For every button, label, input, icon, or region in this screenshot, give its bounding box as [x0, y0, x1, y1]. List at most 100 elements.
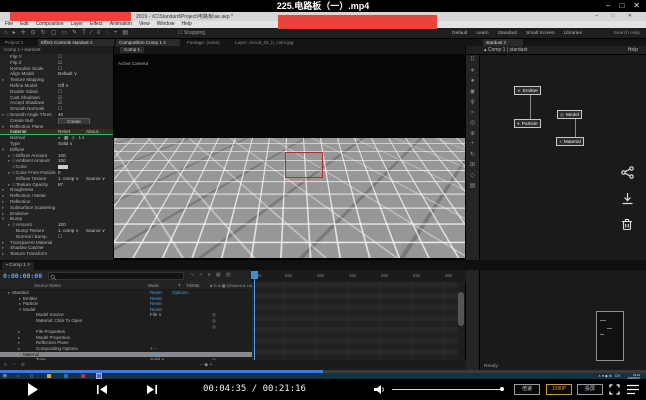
col-parent-link[interactable]: Parent & Link	[230, 282, 254, 290]
viewport-info-item[interactable]: 0:00:00	[156, 249, 171, 258]
search-help[interactable]: Search Help	[614, 28, 640, 39]
row-value[interactable]: Reset	[150, 301, 162, 306]
menu-item[interactable]: View	[139, 21, 150, 28]
node-particle[interactable]: ●Particle	[514, 119, 541, 128]
col-source-name[interactable]: Source Name	[34, 282, 61, 290]
viewport-info-item[interactable]: 1 View ∨	[262, 249, 280, 258]
tab-footage[interactable]: Footage: (none)	[184, 39, 230, 46]
node-type-icon[interactable]: ≈	[471, 108, 474, 119]
tool-icon[interactable]: ↻	[41, 28, 46, 39]
menu-item[interactable]: Composition	[36, 21, 64, 28]
workspace-item[interactable]: Default	[452, 28, 467, 39]
row-value[interactable]: Reset	[150, 307, 162, 312]
workspace-item[interactable]: Standard	[498, 28, 517, 39]
quality-button[interactable]: 1080P	[546, 384, 572, 395]
timeline-tab[interactable]: ▪ Comp 1 ≡	[2, 262, 34, 270]
tool-icon[interactable]: ▤	[122, 28, 128, 39]
menu-item[interactable]: Window	[157, 21, 175, 28]
viewport-info-item[interactable]: ▢	[179, 249, 183, 258]
node-type-icon[interactable]: +	[471, 139, 475, 150]
node-type-icon[interactable]: ◇	[470, 171, 475, 182]
tab-layer[interactable]: Layer: circuit_02_b_color.jpg	[232, 39, 312, 46]
node-type-icon[interactable]: ◎	[470, 118, 475, 129]
tab-project[interactable]: Project ≡	[2, 39, 36, 46]
tab-effect-controls[interactable]: Effect Controls stardust ≡	[38, 39, 114, 46]
property-value[interactable]: 100	[58, 153, 66, 158]
next-button[interactable]	[147, 385, 157, 394]
node-type-icon[interactable]: ●	[471, 76, 475, 87]
timeline-zoom-slider[interactable]: − ◆ +	[200, 360, 212, 370]
viewport-info-item[interactable]: ▤ ⊕	[287, 249, 296, 258]
tool-icon[interactable]: ⊙	[31, 28, 36, 39]
row-value-2[interactable]: Options..	[172, 290, 190, 295]
node-model[interactable]: ◎Model	[557, 110, 582, 119]
help-link[interactable]: Help	[628, 47, 638, 53]
row-value[interactable]: Reset	[150, 296, 162, 301]
playhead-marker[interactable]	[251, 271, 258, 279]
row-value[interactable]: Reset	[150, 352, 162, 357]
window-control-button[interactable]: –	[606, 0, 610, 12]
share-icon[interactable]	[621, 166, 634, 179]
menu-item[interactable]: File	[5, 21, 13, 28]
node-type-icon[interactable]: ◉	[470, 87, 475, 98]
node-material[interactable]: ◑Material	[556, 137, 584, 146]
tool-icon[interactable]: ⌂	[4, 28, 8, 39]
current-timecode[interactable]: 0:00:00:00	[3, 272, 42, 280]
menu-item[interactable]: Help	[181, 21, 191, 28]
tab-stardust[interactable]: stardust ≡	[483, 39, 523, 46]
comp-chip[interactable]: Comp 1	[120, 47, 144, 53]
col-t[interactable]: T	[178, 282, 181, 290]
previous-button[interactable]	[97, 385, 107, 394]
property-value[interactable]: 0	[58, 170, 61, 175]
tool-icon[interactable]: ▢	[51, 28, 57, 39]
tool-icon[interactable]: ✛	[21, 28, 26, 39]
col-mode[interactable]: Mode	[148, 282, 159, 290]
timeline-lanes[interactable]	[252, 282, 458, 363]
menu-item[interactable]: Animation	[110, 21, 132, 28]
col-trkmat[interactable]: TrkMat	[186, 282, 200, 290]
workspace-item[interactable]: Learn	[476, 28, 488, 39]
tool-icon[interactable]: ◌	[105, 28, 109, 39]
property-value[interactable]: Reset	[58, 129, 70, 134]
fullscreen-button[interactable]	[609, 384, 620, 395]
property-value[interactable]	[58, 165, 68, 169]
play-button[interactable]	[27, 383, 38, 396]
viewport-info-item[interactable]: ⊡	[209, 249, 213, 258]
timeline-scrollbar[interactable]	[458, 292, 464, 326]
property-value[interactable]: 100	[58, 158, 66, 163]
tool-icon[interactable]: ✎	[72, 28, 77, 39]
node-type-icon[interactable]: ∗	[470, 66, 475, 77]
twirl-icon[interactable]: ▸	[2, 251, 6, 257]
composition-viewport[interactable]: Comp 1 Active Camera ⊙ 20% ∨▦0:00:00▢Ful…	[114, 46, 466, 258]
effect-property-row[interactable]: ▸Texture Transform	[0, 251, 113, 257]
node-type-icon[interactable]: ▤	[470, 181, 476, 192]
node-minimap[interactable]	[596, 311, 624, 361]
tool-icon[interactable]: T	[82, 28, 86, 39]
tool-icon[interactable]: +	[114, 28, 118, 39]
player-titlebar[interactable]: 225.电路板（一）.mp4 –□✕	[0, 0, 646, 12]
volume-slider[interactable]	[392, 389, 502, 390]
window-control-button[interactable]: ✕	[633, 0, 640, 12]
snapping-toggle[interactable]: ☐ Snapping	[178, 28, 205, 39]
playlist-button[interactable]	[627, 384, 639, 395]
timeline-search-input[interactable]	[48, 272, 184, 280]
node-type-icon[interactable]: ⠿	[470, 55, 474, 66]
row-value[interactable]: Reset	[150, 290, 162, 295]
cast-button[interactable]: 投屏	[577, 384, 603, 395]
speed-button[interactable]: 倍速	[514, 384, 540, 395]
ae-window-controls[interactable]: – □ ✕	[595, 13, 638, 19]
layer-selection-box[interactable]	[285, 152, 323, 178]
tool-icon[interactable]: ≡	[97, 28, 101, 39]
node-type-icon[interactable]: ⊕	[470, 129, 475, 140]
node-emitter[interactable]: ∗Emitter	[514, 86, 541, 95]
viewport-info-item[interactable]: Active Camera ∨	[220, 249, 255, 258]
workspace-item[interactable]: Libraries	[564, 28, 582, 39]
viewport-info-item[interactable]: Full ∨	[190, 249, 202, 258]
menu-item[interactable]: Edit	[20, 21, 29, 28]
tool-icon[interactable]: ▭	[61, 28, 67, 39]
row-value[interactable]: + −	[150, 346, 157, 351]
download-icon[interactable]	[621, 192, 634, 205]
tab-composition[interactable]: Composition Comp 1 ≡	[116, 39, 180, 46]
timeline-bottom-icons[interactable]: ≡ ◔ ⊚	[4, 360, 27, 370]
workspace-item[interactable]: Small Screen	[526, 28, 555, 39]
